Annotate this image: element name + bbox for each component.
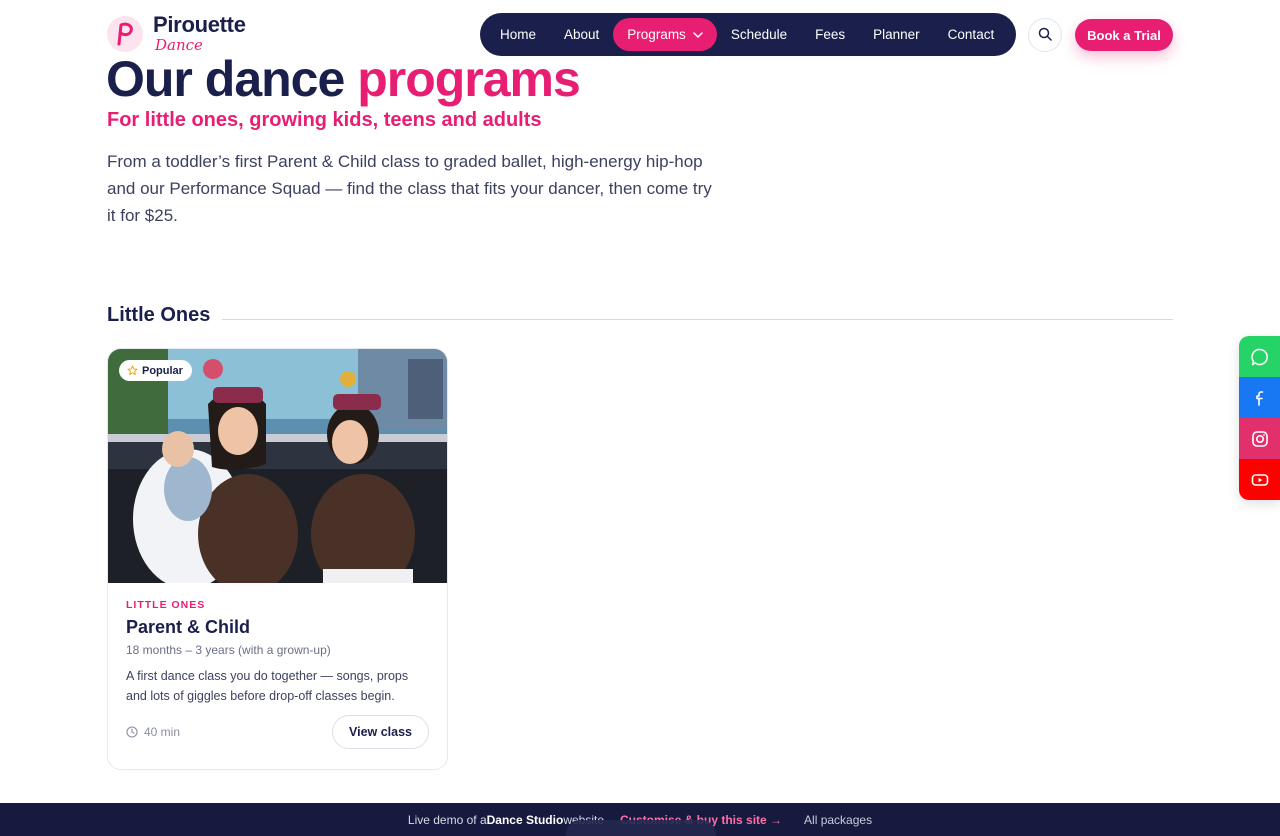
card-age-range: 18 months – 3 years (with a grown-up) bbox=[126, 643, 331, 657]
card-category: LITTLE ONES bbox=[126, 599, 206, 611]
class-duration: 40 min bbox=[126, 725, 180, 739]
program-image: Popular bbox=[108, 349, 447, 583]
nav-home[interactable]: Home bbox=[486, 18, 550, 51]
page-subtitle: For little ones, growing kids, teens and… bbox=[107, 109, 542, 131]
main-nav: Home About Programs Schedule Fees Planne… bbox=[480, 13, 1016, 56]
chevron-down-icon bbox=[693, 31, 703, 38]
section-title: Little Ones bbox=[107, 304, 211, 326]
popular-badge: Popular bbox=[119, 360, 192, 381]
search-button[interactable] bbox=[1028, 18, 1062, 52]
clock-icon bbox=[126, 726, 138, 738]
instagram-icon[interactable] bbox=[1239, 418, 1280, 459]
facebook-icon[interactable] bbox=[1239, 377, 1280, 418]
page-description: From a toddler’s first Parent & Child cl… bbox=[107, 152, 712, 225]
section-heading: Little Ones bbox=[107, 304, 1173, 327]
all-packages-link[interactable]: All packages bbox=[804, 813, 872, 827]
nav-programs-label: Programs bbox=[627, 27, 686, 42]
nav-contact[interactable]: Contact bbox=[934, 18, 1009, 51]
whatsapp-icon[interactable] bbox=[1239, 336, 1280, 377]
section-divider bbox=[222, 319, 1173, 320]
nav-fees[interactable]: Fees bbox=[801, 18, 859, 51]
nav-schedule[interactable]: Schedule bbox=[717, 18, 801, 51]
search-icon bbox=[1038, 27, 1052, 44]
brand-name: Pirouette bbox=[153, 12, 246, 37]
social-rail bbox=[1239, 336, 1280, 500]
card-title: Parent & Child bbox=[126, 617, 251, 637]
brand-tagline: Dance bbox=[155, 36, 203, 54]
site-header: Pirouette Dance Home About Programs Sche… bbox=[0, 0, 1280, 70]
nav-about[interactable]: About bbox=[550, 18, 613, 51]
demo-bold: Dance Studio bbox=[486, 812, 564, 827]
program-card[interactable]: Popular LITTLE ONES Parent & Child 18 mo… bbox=[107, 348, 448, 770]
star-icon bbox=[127, 365, 138, 376]
demo-toolbar[interactable] bbox=[566, 820, 716, 836]
badge-label: Popular bbox=[142, 364, 183, 377]
nav-planner[interactable]: Planner bbox=[859, 18, 934, 51]
book-trial-button[interactable]: Book a Trial bbox=[1075, 19, 1173, 51]
duration-label: 40 min bbox=[144, 725, 181, 739]
logo-p-icon bbox=[107, 15, 143, 52]
card-description: A first dance class you do together — so… bbox=[126, 669, 409, 703]
demo-prefix: Live demo of a bbox=[407, 812, 487, 827]
brand-logo[interactable]: Pirouette Dance bbox=[107, 14, 246, 53]
youtube-icon[interactable] bbox=[1239, 459, 1280, 500]
view-class-button[interactable]: View class bbox=[331, 715, 429, 749]
nav-programs[interactable]: Programs bbox=[613, 18, 717, 51]
